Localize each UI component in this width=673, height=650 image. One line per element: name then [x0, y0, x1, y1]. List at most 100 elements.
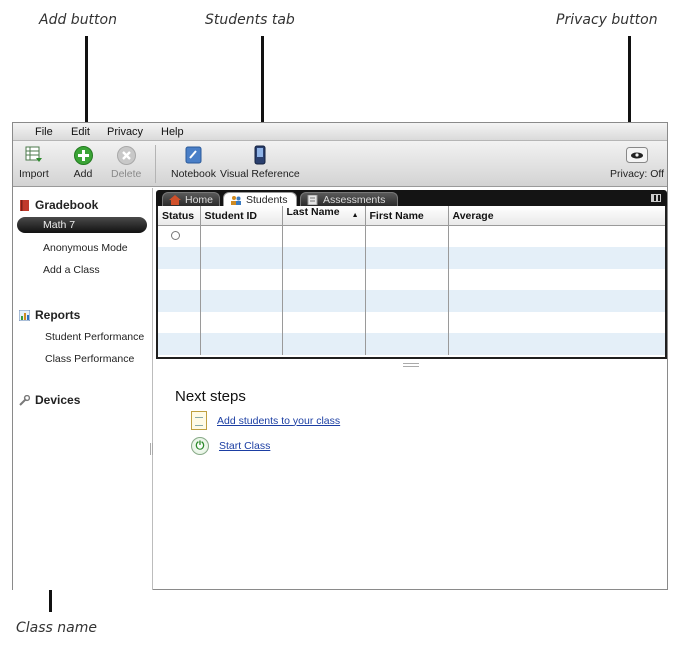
tab-assessments-label: Assessments: [323, 194, 386, 206]
table-row[interactable]: [158, 225, 665, 248]
table-cell: [200, 290, 283, 312]
grid-view-icon[interactable]: [651, 194, 661, 202]
arrow-add-button: [85, 36, 88, 126]
callout-privacy-button: Privacy button: [556, 12, 658, 28]
gradebook-label: Gradebook: [35, 198, 99, 212]
menu-bar: File Edit Privacy Help: [13, 123, 667, 141]
table-resize-handle[interactable]: [403, 363, 419, 367]
home-icon: [169, 195, 181, 205]
column-header-average[interactable]: Average: [448, 206, 665, 226]
tab-strip: Home Students Assessments: [156, 190, 667, 206]
table-cell: [448, 226, 665, 248]
toolbar-separator: [155, 145, 156, 183]
column-header-last-name-label: Last Name: [286, 206, 340, 218]
table-cell: [365, 247, 449, 269]
toolbar: Import Add Delete Notebook Visual Refere…: [13, 141, 667, 187]
students-icon: [231, 196, 241, 205]
add-label: Add: [73, 168, 93, 180]
table-header-row: Status Student ID Last Name ▲ First Name …: [158, 206, 665, 226]
table-cell: [282, 290, 366, 312]
arrow-privacy-button: [628, 36, 631, 132]
power-icon: ⏻: [191, 437, 209, 455]
start-class-step: ⏻ Start Class: [191, 437, 270, 455]
tab-home[interactable]: Home: [162, 192, 220, 206]
table-row: [158, 290, 665, 312]
student-performance-link[interactable]: Student Performance: [45, 331, 144, 343]
callout-class-name: Class name: [16, 620, 97, 636]
menu-privacy[interactable]: Privacy: [107, 126, 143, 138]
table-cell: [158, 311, 201, 333]
column-header-status[interactable]: Status: [158, 206, 201, 226]
menu-help[interactable]: Help: [161, 126, 184, 138]
table-cell: [448, 290, 665, 312]
table-cell: [448, 312, 665, 334]
column-header-student-id[interactable]: Student ID: [200, 206, 283, 226]
menu-file[interactable]: File: [35, 126, 53, 138]
notebook-icon: [183, 145, 203, 165]
add-button[interactable]: Add: [73, 145, 93, 180]
table-cell: [282, 311, 366, 333]
next-steps-title: Next steps: [175, 388, 246, 405]
students-grid: Status Student ID Last Name ▲ First Name …: [158, 206, 665, 355]
sidebar-splitter-handle[interactable]: [150, 443, 153, 455]
gradebook-book-icon: [20, 199, 29, 211]
anonymous-mode-link[interactable]: Anonymous Mode: [43, 242, 128, 254]
visual-reference-icon: [250, 145, 270, 165]
notebook-label: Notebook: [171, 168, 216, 180]
tab-students[interactable]: Students: [223, 192, 297, 206]
delete-label: Delete: [111, 168, 142, 180]
menu-edit[interactable]: Edit: [71, 126, 90, 138]
add-students-step: Add students to your class: [191, 411, 340, 430]
devices-label: Devices: [35, 393, 81, 407]
column-header-first-name[interactable]: First Name: [365, 206, 449, 226]
assessments-icon: [307, 195, 318, 205]
devices-section-header[interactable]: Devices: [19, 393, 80, 407]
wrench-icon: [19, 394, 30, 406]
table-cell: [282, 225, 366, 247]
table-cell: [282, 333, 366, 355]
sidebar: Gradebook Math 7 Anonymous Mode Add a Cl…: [13, 188, 153, 590]
table-cell: [200, 333, 283, 355]
table-cell: [200, 225, 283, 247]
visual-reference-button[interactable]: Visual Reference: [220, 145, 300, 180]
visual-reference-label: Visual Reference: [220, 168, 300, 180]
delete-button[interactable]: Delete: [111, 145, 141, 180]
table-cell: [365, 268, 449, 290]
table-cell: [200, 247, 283, 269]
table-cell: [158, 333, 201, 355]
privacy-eye-icon: [626, 145, 649, 165]
class-item-selected[interactable]: Math 7: [17, 217, 147, 233]
table-cell: [200, 311, 283, 333]
document-icon: [191, 411, 207, 430]
start-class-link[interactable]: Start Class: [219, 440, 270, 452]
class-performance-link[interactable]: Class Performance: [45, 353, 134, 365]
privacy-button[interactable]: Privacy: Off: [610, 145, 664, 180]
reports-section-header[interactable]: Reports: [19, 308, 80, 322]
table-row: [158, 247, 665, 269]
notebook-button[interactable]: Notebook: [171, 145, 216, 180]
plus-icon: [73, 145, 93, 165]
status-cell: [158, 225, 201, 247]
table-cell: [282, 247, 366, 269]
table-row: [158, 311, 665, 334]
reports-chart-icon: [19, 309, 30, 321]
import-label: Import: [19, 168, 49, 180]
status-radio-icon[interactable]: [171, 230, 180, 240]
gradebook-app-window: File Edit Privacy Help Import Add Delete: [12, 122, 668, 590]
import-icon: [24, 145, 44, 165]
add-students-link[interactable]: Add students to your class: [217, 415, 340, 427]
table-cell: [365, 290, 449, 312]
add-class-link[interactable]: Add a Class: [43, 264, 100, 276]
gradebook-section-header[interactable]: Gradebook: [19, 198, 98, 212]
column-header-last-name[interactable]: Last Name ▲: [282, 206, 366, 226]
table-cell: [365, 333, 449, 355]
table-cell: [365, 225, 449, 247]
reports-label: Reports: [35, 308, 81, 322]
table-cell: [158, 247, 201, 269]
table-row: [158, 333, 665, 355]
table-cell: [200, 268, 283, 290]
tab-assessments[interactable]: Assessments: [300, 192, 398, 206]
tab-students-label: Students: [246, 194, 288, 206]
table-cell: [158, 290, 201, 312]
import-button[interactable]: Import: [19, 145, 49, 180]
